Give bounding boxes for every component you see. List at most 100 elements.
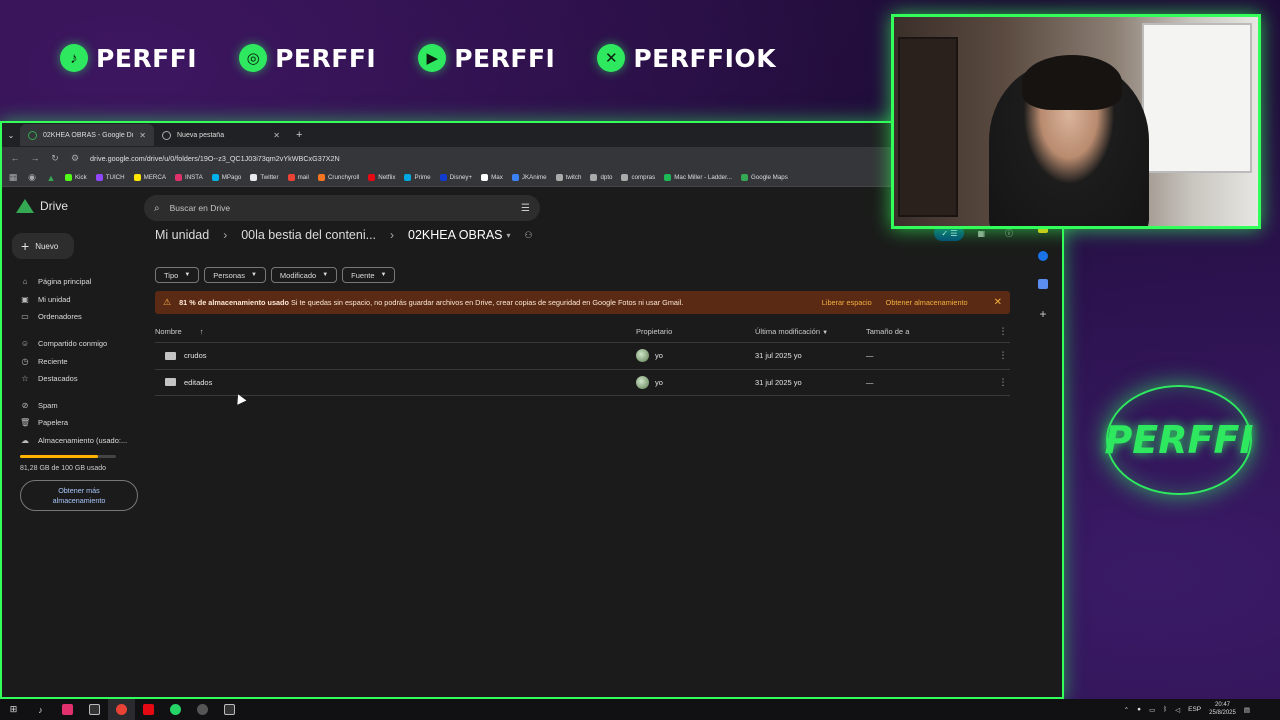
clock[interactable]: 20:47 25/8/2025 [1209,702,1236,716]
tab-drive[interactable]: 02KHEA OBRAS - Google Drive ✕ [20,124,154,146]
breadcrumb-current[interactable]: 02KHEA OBRAS [408,228,503,242]
bookmark-item[interactable]: JKAnime [511,174,547,181]
sidebar-item-spam[interactable]: ⊘ Spam [20,397,138,415]
tab-search-icon[interactable]: ⌄ [2,131,20,140]
youtube-icon[interactable] [135,699,162,720]
column-name[interactable]: Nombre ↑ [155,327,636,336]
bookmark-item[interactable]: Prime [404,174,431,181]
bookmark-item[interactable]: compras [621,174,655,181]
drive-logo[interactable]: Drive [16,199,68,213]
breadcrumb-item[interactable]: Mi unidad [155,228,209,242]
bookmark-item[interactable]: MERCA [133,174,166,181]
bluetooth-icon[interactable]: ᛒ [1163,706,1167,713]
close-icon[interactable]: ✕ [139,131,146,140]
bookmark-favicon-icon [250,174,258,181]
reload-icon[interactable]: ↻ [50,153,60,164]
volume-icon[interactable]: ◁ [1175,706,1180,714]
chrome-icon[interactable]: ◉ [27,172,37,183]
filter-type[interactable]: Tipo ▼ [155,267,200,283]
bookmark-item[interactable]: Twitter [250,174,279,181]
more-vert-icon[interactable]: ⋮ [996,350,1010,361]
tab-new-tab[interactable]: Nueva pestaña ✕ [154,124,288,146]
search-icon[interactable]: ⌕ [154,203,160,214]
tasks-icon[interactable] [1038,251,1048,261]
sidebar-item-trash[interactable]: 🗑 Papelera [20,414,138,432]
search-input[interactable] [169,203,512,213]
green-app-icon[interactable]: ▲ [46,173,56,183]
bookmark-item[interactable]: Max [481,174,503,181]
filter-people[interactable]: Personas ▼ [204,267,266,283]
back-icon[interactable]: ← [10,153,20,163]
bookmark-favicon-icon [368,174,376,181]
site-info-icon[interactable]: ⚙ [70,153,80,164]
filter-modified[interactable]: Modificado ▼ [270,267,338,283]
sidebar-item-shared[interactable]: ☺ Compartido conmigo [20,335,138,353]
bookmark-item[interactable]: twitch [555,174,581,181]
bookmark-item[interactable]: Netflix [368,174,395,181]
new-button[interactable]: + Nuevo [12,233,74,259]
contacts-icon[interactable] [1038,279,1048,289]
filter-source[interactable]: Fuente ▼ [342,267,396,283]
sidebar-item-computers[interactable]: ▭ Ordenadores [20,308,138,326]
tiktok-icon[interactable]: ♪ [27,699,54,720]
chevron-up-icon[interactable]: ⌃ [1124,706,1129,714]
social-handle: PERFFI [275,43,377,73]
chrome-icon[interactable] [108,699,135,720]
more-vert-icon[interactable]: ⋮ [996,377,1010,388]
bookmark-label: TUICH [105,174,125,181]
sidebar-item-label: Mi unidad [38,294,71,304]
windows-start-icon[interactable]: ⊞ [0,699,27,720]
close-icon[interactable]: ✕ [994,297,1002,308]
column-modified[interactable]: Última modificación ▼ [755,327,866,336]
social-instagram: ◎ PERFFI [239,44,376,73]
language-indicator[interactable]: ESP [1188,706,1201,713]
bookmark-item[interactable]: Crunchyroll [317,174,359,181]
bookmark-item[interactable]: INSTA [174,174,203,181]
add-addon-icon[interactable]: + [1039,307,1046,321]
bookmark-item[interactable]: Kick [65,174,87,181]
network-icon[interactable]: ▭ [1149,706,1155,714]
column-owner[interactable]: Propietario [636,327,755,336]
whatsapp-icon[interactable] [162,699,189,720]
bookmark-item[interactable]: mail [287,174,309,181]
notifications-icon[interactable]: ▤ [1244,706,1250,714]
sort-arrow-icon[interactable]: ↑ [200,327,204,336]
taskbar-app-icon[interactable] [81,699,108,720]
social-youtube: ▶ PERFFI [418,44,555,73]
bookmark-item[interactable]: Disney+ [439,174,472,181]
sidebar-item-starred[interactable]: ☆ Destacados [20,370,138,388]
close-icon[interactable]: ✕ [273,131,280,140]
bookmark-item[interactable]: Mac Miller - Ladder... [664,174,732,181]
tiktok-icon: ♪ [60,44,88,72]
apps-icon[interactable]: ▦ [8,172,18,183]
sidebar-item-storage[interactable]: ☁ Almacenamiento (usado:... [20,432,138,450]
taskbar-app-icon[interactable] [189,699,216,720]
free-space-link[interactable]: Liberar espacio [822,298,872,307]
caret-down-icon[interactable]: ▾ [507,231,511,240]
bookmark-item[interactable]: MPago [211,174,241,181]
column-size[interactable]: Tamaño de a [866,327,996,336]
breadcrumb-item[interactable]: 00la bestia del conteni... [241,228,376,242]
shared-folder-icon[interactable]: ⚇ [525,230,533,241]
sidebar-item-home[interactable]: ⌂ Página principal [20,273,138,291]
microphone-icon[interactable]: ● [1137,706,1141,713]
bookmark-favicon-icon [65,174,72,181]
sidebar-item-recent[interactable]: ◷ Reciente [20,352,138,370]
taskbar-app-icon[interactable] [54,699,81,720]
sidebar-item-my-drive[interactable]: ▣ Mi unidad [20,291,138,309]
url-field[interactable]: drive.google.com/drive/u/0/folders/19O--… [90,154,340,163]
bookmark-item[interactable]: dpto [590,174,612,181]
more-vert-icon[interactable]: ⋮ [996,326,1010,337]
drive-favicon-icon [28,130,37,140]
table-row[interactable]: editados yo 31 jul 2025 yo — ⋮ [155,370,1010,396]
forward-icon[interactable]: → [30,153,40,163]
new-button-label: Nuevo [35,241,59,251]
bookmark-item[interactable]: TUICH [95,174,125,181]
taskbar-app-icon[interactable] [216,699,243,720]
new-tab-button[interactable]: + [288,129,310,141]
get-storage-link[interactable]: Obtener almacenamiento [886,298,968,307]
get-more-storage-button[interactable]: Obtener más almacenamiento [20,480,138,512]
filter-options-icon[interactable]: ☰ [521,203,530,214]
bookmark-item[interactable]: Google Maps [741,174,788,181]
table-row[interactable]: crudos yo 31 jul 2025 yo — ⋮ [155,343,1010,370]
